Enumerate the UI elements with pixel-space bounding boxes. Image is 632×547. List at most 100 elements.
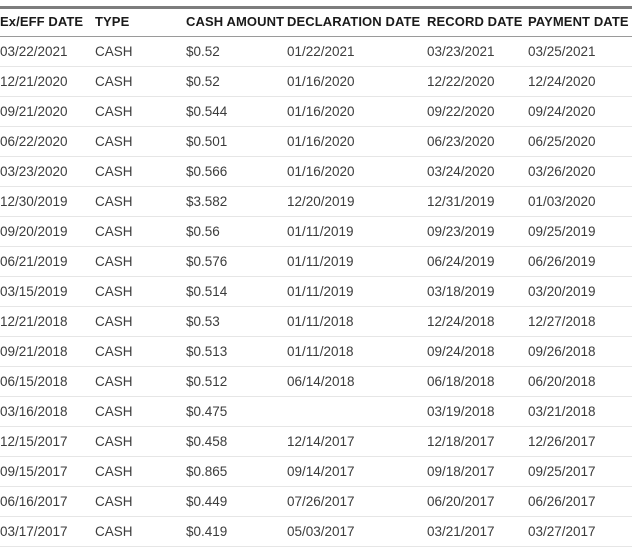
column-header-ex-eff-date[interactable]: Ex/EFF DATE [0, 6, 95, 37]
table-header: Ex/EFF DATE TYPE CASH AMOUNT DECLARATION DA… [0, 6, 632, 37]
cell-record-date: 06/24/2019 [427, 246, 528, 277]
cell-declaration-date: 01/16/2020 [287, 96, 427, 127]
table-row: 12/21/2018 CASH $0.53 01/11/2018 12/24/2018 1… [0, 306, 632, 337]
cell-payment-date: 03/21/2018 [528, 396, 632, 427]
cell-type: CASH [95, 186, 186, 217]
cell-ex-eff-date: 03/23/2020 [0, 156, 95, 187]
cell-declaration-date: 07/26/2017 [287, 486, 427, 517]
cell-type: CASH [95, 216, 186, 247]
cell-payment-date: 01/03/2020 [528, 186, 632, 217]
cell-payment-date: 09/26/2018 [528, 336, 632, 367]
cell-cash-amount: $0.512 [186, 366, 287, 397]
cell-cash-amount: $0.576 [186, 246, 287, 277]
table-row: 06/15/2018 CASH $0.512 06/14/2018 06/18/2018… [0, 366, 632, 397]
cell-declaration-date: 06/14/2018 [287, 366, 427, 397]
cell-payment-date: 09/24/2020 [528, 96, 632, 127]
cell-type: CASH [95, 336, 186, 367]
column-header-type[interactable]: TYPE [95, 6, 186, 37]
cell-ex-eff-date: 06/15/2018 [0, 366, 95, 397]
cell-cash-amount: $3.582 [186, 186, 287, 217]
cell-ex-eff-date: 09/15/2017 [0, 456, 95, 487]
cell-record-date: 06/23/2020 [427, 126, 528, 157]
cell-cash-amount: $0.458 [186, 426, 287, 457]
column-header-cash-amount[interactable]: CASH AMOUNT [186, 6, 287, 37]
cell-ex-eff-date: 03/22/2021 [0, 36, 95, 67]
cell-cash-amount: $0.566 [186, 156, 287, 187]
table-row: 03/15/2019 CASH $0.514 01/11/2019 03/18/2019… [0, 276, 632, 307]
table-header-row: Ex/EFF DATE TYPE CASH AMOUNT DECLARATION DA… [0, 6, 632, 37]
cell-payment-date: 09/25/2019 [528, 216, 632, 247]
table-row: 09/20/2019 CASH $0.56 01/11/2019 09/23/2019 0… [0, 216, 632, 247]
cell-record-date: 12/24/2018 [427, 306, 528, 337]
cell-declaration-date [287, 396, 427, 427]
cell-cash-amount: $0.419 [186, 516, 287, 547]
cell-ex-eff-date: 09/20/2019 [0, 216, 95, 247]
cell-type: CASH [95, 396, 186, 427]
column-header-record-date[interactable]: RECORD DATE [427, 6, 528, 37]
cell-declaration-date: 01/11/2019 [287, 276, 427, 307]
column-header-payment-date[interactable]: PAYMENT DATE [528, 6, 632, 37]
cell-declaration-date: 12/14/2017 [287, 426, 427, 457]
cell-declaration-date: 01/16/2020 [287, 66, 427, 97]
cell-payment-date: 06/20/2018 [528, 366, 632, 397]
cell-record-date: 09/18/2017 [427, 456, 528, 487]
cell-declaration-date: 12/20/2019 [287, 186, 427, 217]
cell-declaration-date: 01/11/2019 [287, 216, 427, 247]
cell-type: CASH [95, 96, 186, 127]
cell-cash-amount: $0.514 [186, 276, 287, 307]
table-row: 09/21/2018 CASH $0.513 01/11/2018 09/24/2018… [0, 336, 632, 367]
table-row: 09/21/2020 CASH $0.544 01/16/2020 09/22/2020… [0, 96, 632, 127]
table-row: 12/21/2020 CASH $0.52 01/16/2020 12/22/2020 1… [0, 66, 632, 97]
cell-payment-date: 03/26/2020 [528, 156, 632, 187]
cell-type: CASH [95, 426, 186, 457]
cell-ex-eff-date: 12/21/2018 [0, 306, 95, 337]
cell-type: CASH [95, 276, 186, 307]
cell-record-date: 09/23/2019 [427, 216, 528, 247]
cell-ex-eff-date: 03/17/2017 [0, 516, 95, 547]
cell-cash-amount: $0.544 [186, 96, 287, 127]
cell-payment-date: 03/27/2017 [528, 516, 632, 547]
cell-payment-date: 12/24/2020 [528, 66, 632, 97]
cell-ex-eff-date: 12/30/2019 [0, 186, 95, 217]
cell-record-date: 12/18/2017 [427, 426, 528, 457]
table-row: 12/15/2017 CASH $0.458 12/14/2017 12/18/2017… [0, 426, 632, 457]
cell-declaration-date: 01/11/2018 [287, 336, 427, 367]
cell-record-date: 09/22/2020 [427, 96, 528, 127]
cell-declaration-date: 09/14/2017 [287, 456, 427, 487]
cell-payment-date: 06/25/2020 [528, 126, 632, 157]
cell-declaration-date: 01/22/2021 [287, 36, 427, 67]
cell-payment-date: 03/20/2019 [528, 276, 632, 307]
table-row: 12/30/2019 CASH $3.582 12/20/2019 12/31/2019… [0, 186, 632, 217]
table-row: 09/15/2017 CASH $0.865 09/14/2017 09/18/2017… [0, 456, 632, 487]
cell-type: CASH [95, 486, 186, 517]
cell-ex-eff-date: 09/21/2018 [0, 336, 95, 367]
cell-record-date: 03/24/2020 [427, 156, 528, 187]
table-row: 03/16/2018 CASH $0.475 03/19/2018 03/21/2018 [0, 396, 632, 427]
cell-record-date: 12/31/2019 [427, 186, 528, 217]
cell-type: CASH [95, 156, 186, 187]
cell-record-date: 03/23/2021 [427, 36, 528, 67]
cell-ex-eff-date: 06/16/2017 [0, 486, 95, 517]
cell-cash-amount: $0.56 [186, 216, 287, 247]
cell-type: CASH [95, 516, 186, 547]
cell-declaration-date: 01/16/2020 [287, 126, 427, 157]
cell-ex-eff-date: 12/21/2020 [0, 66, 95, 97]
cell-payment-date: 03/25/2021 [528, 36, 632, 67]
cell-ex-eff-date: 06/21/2019 [0, 246, 95, 277]
cell-cash-amount: $0.53 [186, 306, 287, 337]
column-header-declaration-date[interactable]: DECLARATION DATE [287, 6, 427, 37]
cell-record-date: 09/24/2018 [427, 336, 528, 367]
cell-type: CASH [95, 126, 186, 157]
cell-declaration-date: 01/11/2019 [287, 246, 427, 277]
table-row: 03/17/2017 CASH $0.419 05/03/2017 03/21/2017… [0, 516, 632, 547]
cell-cash-amount: $0.52 [186, 66, 287, 97]
cell-record-date: 06/20/2017 [427, 486, 528, 517]
cell-type: CASH [95, 246, 186, 277]
cell-record-date: 12/22/2020 [427, 66, 528, 97]
cell-ex-eff-date: 12/15/2017 [0, 426, 95, 457]
table-row: 03/23/2020 CASH $0.566 01/16/2020 03/24/2020… [0, 156, 632, 187]
cell-ex-eff-date: 03/16/2018 [0, 396, 95, 427]
table-row: 06/16/2017 CASH $0.449 07/26/2017 06/20/2017… [0, 486, 632, 517]
table-row: 03/22/2021 CASH $0.52 01/22/2021 03/23/2021 0… [0, 36, 632, 67]
cell-declaration-date: 05/03/2017 [287, 516, 427, 547]
